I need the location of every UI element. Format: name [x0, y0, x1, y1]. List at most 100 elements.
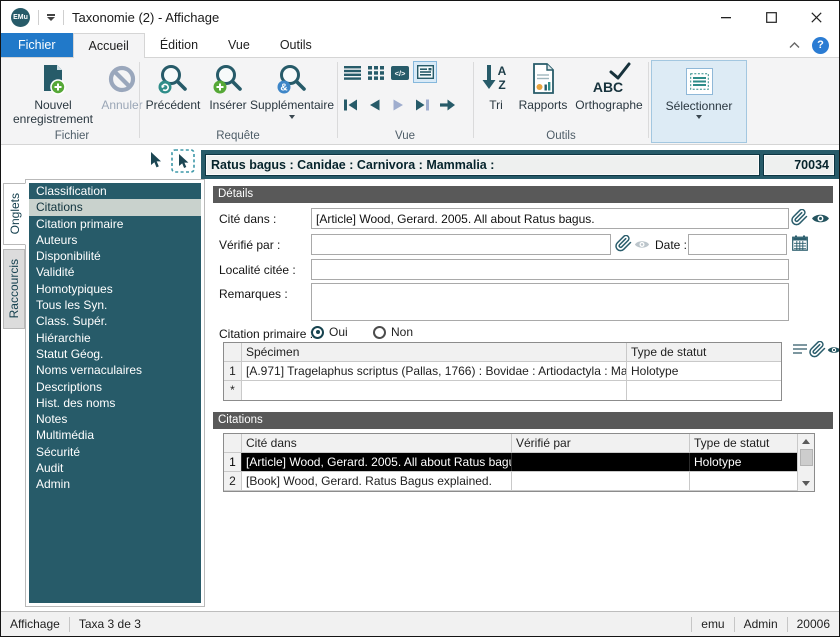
primary-citation-no[interactable]: Non — [373, 325, 413, 339]
vertical-scrollbar[interactable] — [797, 434, 814, 491]
citation-row-selected[interactable]: 1 [Article] Wood, Gerard. 2005. All abou… — [224, 453, 814, 472]
select-all-tool-button[interactable] — [171, 149, 195, 176]
tab-fichier[interactable]: Fichier — [1, 33, 73, 57]
status-cell[interactable] — [690, 472, 797, 490]
spellcheck-label: Orthographe — [575, 98, 643, 112]
select-button[interactable]: Sélectionner — [651, 60, 747, 143]
sort-button[interactable]: A Z Tri — [479, 62, 513, 113]
cited-in-input[interactable] — [311, 208, 789, 229]
attachment-icon[interactable] — [615, 235, 632, 252]
first-record-button[interactable] — [340, 96, 360, 114]
side-tab-onglets[interactable]: Onglets — [3, 183, 26, 245]
sort-label: Tri — [489, 98, 503, 112]
new-row-marker[interactable]: * — [224, 381, 242, 400]
attachment-icon[interactable] — [809, 341, 826, 358]
list-view-button[interactable] — [342, 64, 362, 82]
grid-view-button[interactable] — [366, 64, 386, 82]
calendar-icon[interactable] — [792, 235, 808, 251]
tab-outils[interactable]: Outils — [265, 33, 327, 57]
cited-in-cell[interactable]: [Article] Wood, Gerard. 2005. All about … — [242, 453, 512, 471]
primary-citation-yes[interactable]: Oui — [311, 325, 348, 339]
sidebar-item-tous-les-syn[interactable]: Tous les Syn. — [29, 297, 201, 313]
sidebar-item-validite[interactable]: Validité — [29, 264, 201, 280]
column-header-status[interactable]: Type de statut — [690, 434, 797, 452]
date-input[interactable] — [688, 234, 787, 255]
sidebar-item-hist-des-noms[interactable]: Hist. des noms — [29, 395, 201, 411]
column-header-verified-by[interactable]: Vérifié par — [512, 434, 690, 452]
verified-by-cell[interactable] — [512, 472, 690, 490]
search-additional-button[interactable]: & Supplémentaire — [249, 62, 335, 119]
column-header-specimen[interactable]: Spécimen — [242, 343, 627, 361]
sidebar-item-class-super[interactable]: Class. Supér. — [29, 313, 201, 329]
verified-by-cell[interactable] — [512, 453, 690, 471]
reports-button[interactable]: Rapports — [515, 62, 571, 113]
cited-locality-input[interactable] — [311, 259, 789, 280]
column-header-status[interactable]: Type de statut — [627, 343, 781, 361]
sidebar-item-hierarchie[interactable]: Hiérarchie — [29, 330, 201, 346]
scrollbar-up-button[interactable] — [798, 434, 814, 449]
ribbon-group-label-outils: Outils — [546, 130, 576, 142]
tab-vue[interactable]: Vue — [213, 33, 265, 57]
sidebar-item-citations[interactable]: Citations — [29, 199, 201, 216]
view-attachment-icon[interactable] — [827, 344, 840, 356]
status-cell[interactable] — [627, 381, 781, 400]
specimen-cell[interactable] — [242, 381, 627, 400]
scrollbar-down-button[interactable] — [798, 476, 814, 491]
status-cell[interactable]: Holotype — [690, 453, 797, 471]
side-tab-raccourcis[interactable]: Raccourcis — [3, 249, 25, 329]
goto-record-button[interactable] — [437, 96, 457, 114]
row-number[interactable]: 1 — [224, 362, 242, 380]
search-insert-button[interactable]: Insérer — [204, 62, 252, 113]
radio-off-icon[interactable] — [373, 325, 386, 339]
search-previous-button[interactable]: Précédent — [143, 62, 203, 113]
row-number[interactable]: 2 — [224, 472, 242, 490]
quick-access-dropdown-icon[interactable] — [47, 13, 55, 21]
ribbon-collapse-icon[interactable] — [789, 41, 800, 49]
status-records: Taxa 3 de 3 — [78, 617, 141, 631]
sidebar-item-homotypiques[interactable]: Homotypiques — [29, 281, 201, 297]
view-attachment-icon[interactable] — [811, 212, 830, 225]
minimize-button[interactable] — [704, 1, 749, 33]
sidebar-item-audit[interactable]: Audit — [29, 460, 201, 476]
sidebar-item-multimedia[interactable]: Multimédia — [29, 427, 201, 443]
row-lines-icon[interactable] — [793, 343, 808, 356]
title-bar: EMu Taxonomie (2) - Affichage — [1, 1, 839, 33]
specimen-row[interactable]: 1 [A.971] Tragelaphus scriptus (Pallas, … — [224, 362, 781, 381]
help-button[interactable]: ? — [812, 36, 829, 54]
previous-record-button[interactable] — [364, 96, 384, 114]
maximize-button[interactable] — [749, 1, 794, 33]
tab-edition[interactable]: Édition — [145, 33, 213, 57]
ribbon-group-label-vue: Vue — [394, 130, 416, 142]
svg-text:Z: Z — [498, 78, 505, 92]
sidebar-item-citation-primaire[interactable]: Citation primaire — [29, 216, 201, 232]
scrollbar-thumb[interactable] — [799, 449, 813, 466]
close-button[interactable] — [794, 1, 839, 33]
page-view-button[interactable] — [413, 61, 437, 83]
status-cell[interactable]: Holotype — [627, 362, 781, 380]
specimen-new-row[interactable]: * — [224, 381, 781, 400]
sidebar-item-disponibilite[interactable]: Disponibilité — [29, 248, 201, 264]
radio-on-icon[interactable] — [311, 325, 324, 339]
sidebar-item-securite[interactable]: Sécurité — [29, 444, 201, 460]
sidebar-item-auteurs[interactable]: Auteurs — [29, 232, 201, 248]
sidebar-item-classification[interactable]: Classification — [29, 183, 201, 199]
cited-in-cell[interactable]: [Book] Wood, Gerard. Ratus Bagus explain… — [242, 472, 512, 490]
column-header-cited-in[interactable]: Cité dans — [242, 434, 512, 452]
sidebar-item-statut-geog[interactable]: Statut Géog. — [29, 346, 201, 362]
specimen-cell[interactable]: [A.971] Tragelaphus scriptus (Pallas, 17… — [242, 362, 627, 380]
remarks-textarea[interactable] — [311, 283, 789, 321]
spellcheck-button[interactable]: ABC Orthographe — [573, 62, 645, 113]
last-record-button[interactable] — [412, 96, 432, 114]
attachment-icon[interactable] — [791, 209, 808, 226]
pointer-tool-button[interactable] — [149, 152, 162, 173]
code-view-button[interactable]: </> — [390, 64, 410, 82]
new-record-button[interactable]: Nouvel enregistrement — [7, 62, 99, 127]
row-number[interactable]: 1 — [224, 453, 242, 471]
sidebar-item-admin[interactable]: Admin — [29, 476, 201, 492]
sidebar-item-noms-vernaculaires[interactable]: Noms vernaculaires — [29, 362, 201, 378]
citation-row[interactable]: 2 [Book] Wood, Gerard. Ratus Bagus expla… — [224, 472, 814, 491]
tab-accueil[interactable]: Accueil — [72, 33, 145, 58]
verified-by-input[interactable] — [311, 234, 611, 255]
sidebar-item-notes[interactable]: Notes — [29, 411, 201, 427]
sidebar-item-descriptions[interactable]: Descriptions — [29, 379, 201, 395]
